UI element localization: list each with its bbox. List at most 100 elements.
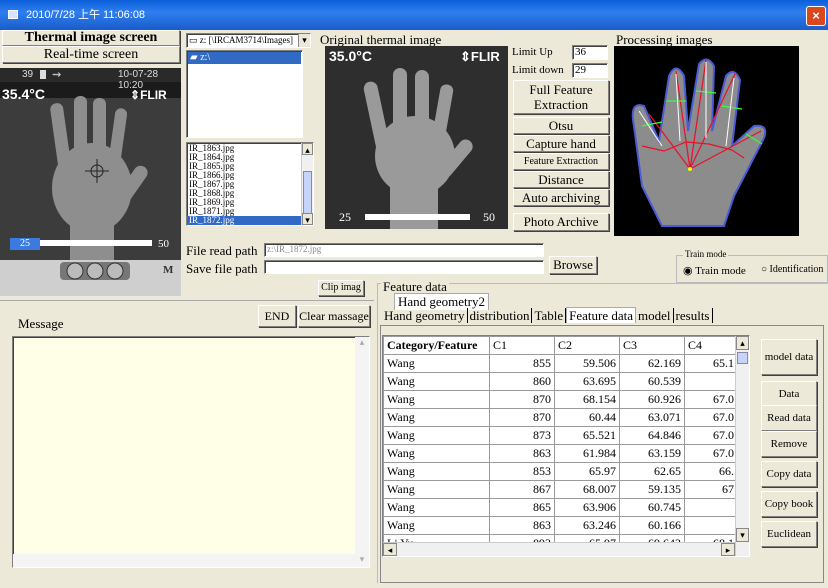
read-data-button[interactable]: Read data xyxy=(761,405,817,431)
table-cell: 65.97 xyxy=(554,462,620,481)
table-row[interactable]: Wang 855 59.506 62.169 65.1 xyxy=(383,354,738,373)
table-scrollbar[interactable]: ▴ ▾ xyxy=(735,336,749,556)
feature-table-container[interactable]: Category/Feature C1 C2 C3 C4 Wang 855 59.506 62… xyxy=(382,335,750,557)
column-header[interactable]: C2 xyxy=(554,336,620,355)
table-cell: 63.159 xyxy=(619,444,685,463)
clear-massage-button[interactable]: Clear massage xyxy=(298,305,370,327)
euclidean-button[interactable]: Euclidean xyxy=(761,521,817,547)
column-header[interactable]: C4 xyxy=(684,336,738,355)
table-hscrollbar[interactable]: ◂ ▸ xyxy=(383,542,735,556)
close-button[interactable]: × xyxy=(806,6,826,26)
tab-hand-geometry[interactable]: Hand geometry xyxy=(382,308,468,323)
table-row[interactable]: Wang 863 63.246 60.166 xyxy=(383,516,738,535)
table-cell: 60.44 xyxy=(554,408,620,427)
limit-up-input[interactable]: 36 xyxy=(572,45,608,60)
table-cell: 64.846 xyxy=(619,426,685,445)
file-list-scrollbar[interactable]: ▴ ▾ xyxy=(301,143,313,225)
table-row[interactable]: Wang 873 65.521 64.846 67.0 xyxy=(383,426,738,445)
folder-list[interactable]: ▰ z:\ xyxy=(186,50,303,138)
table-scroll-thumb[interactable] xyxy=(737,352,748,364)
identification-radio[interactable]: ○ Identification xyxy=(761,264,823,275)
tab-distribution[interactable]: distribution xyxy=(467,308,533,323)
file-read-path-input[interactable]: z:\IR_1872.jpg xyxy=(264,243,544,257)
scroll-up-icon[interactable]: ▴ xyxy=(736,336,749,350)
original-brand: FLIR xyxy=(470,49,500,64)
scroll-down-icon[interactable]: ▾ xyxy=(302,213,313,225)
message-scrollbar[interactable]: ▴ ▾ xyxy=(355,337,369,567)
data-storage-button[interactable]: Data storage xyxy=(761,381,817,424)
table-row[interactable]: Wang 860 63.695 60.539 xyxy=(383,372,738,391)
remove-button[interactable]: Remove xyxy=(761,431,817,457)
thermal-image-header[interactable]: Thermal image screen xyxy=(2,30,180,46)
auto-archiving-button[interactable]: Auto archiving xyxy=(513,189,609,206)
full-feature-extraction-button[interactable]: Full Feature Extraction xyxy=(513,80,609,114)
browse-button[interactable]: Browse xyxy=(549,256,597,274)
drive-select[interactable]: ▭ z: [\IRCAM3714\Images] ▾ xyxy=(186,33,311,48)
realtime-header[interactable]: Real-time screen xyxy=(2,46,180,63)
table-cell: Wang xyxy=(383,444,490,463)
file-list[interactable]: IR_1863.jpg IR_1864.jpg IR_1865.jpg IR_1866… xyxy=(186,142,314,226)
table-cell: 65.521 xyxy=(554,426,620,445)
clip-imag-button[interactable]: Clip imag xyxy=(318,280,364,296)
scroll-right-icon[interactable]: ▸ xyxy=(721,543,735,556)
distance-button[interactable]: Distance xyxy=(513,171,609,188)
table-row[interactable]: Wang 865 63.906 60.745 xyxy=(383,498,738,517)
tab-results[interactable]: results xyxy=(673,308,713,323)
feature-extraction-button[interactable]: Feature Extraction xyxy=(513,153,609,170)
table-cell: 873 xyxy=(489,426,555,445)
drive-value: z: [\IRCAM3714\Images] xyxy=(199,35,293,45)
table-cell: 67 xyxy=(684,480,738,499)
table-cell: 60.745 xyxy=(619,498,685,517)
capture-hand-button[interactable]: Capture hand xyxy=(513,135,609,152)
tab-model[interactable]: model xyxy=(636,308,674,323)
otsu-button[interactable]: Otsu xyxy=(513,117,609,134)
message-label: Message xyxy=(18,316,64,331)
train-mode-group: Train mode ◉ Train mode ○ Identification xyxy=(676,249,828,283)
copy-data-button[interactable]: Copy data xyxy=(761,461,817,487)
scroll-down-icon[interactable]: ▾ xyxy=(355,554,369,565)
scroll-left-icon[interactable]: ◂ xyxy=(383,543,397,556)
table-cell: Wang xyxy=(383,390,490,409)
message-box[interactable]: ▴ ▾ xyxy=(12,336,370,568)
column-header[interactable]: C1 xyxy=(489,336,555,355)
tab-feature-data[interactable]: Feature data xyxy=(566,307,637,323)
table-cell: 855 xyxy=(489,354,555,373)
limit-down-input[interactable]: 29 xyxy=(572,63,608,78)
scroll-down-icon[interactable]: ▾ xyxy=(736,528,749,542)
train-mode-radio[interactable]: ◉ Train mode xyxy=(683,264,746,277)
table-cell: 62.65 xyxy=(619,462,685,481)
column-header[interactable]: C3 xyxy=(619,336,685,355)
message-hscrollbar[interactable] xyxy=(13,554,355,567)
table-cell: 860 xyxy=(489,372,555,391)
radio-unchecked-icon: ○ xyxy=(761,264,768,275)
live-flir-logo: ⇕FLIR xyxy=(130,88,167,102)
divider xyxy=(0,300,374,302)
scroll-up-icon[interactable]: ▴ xyxy=(355,337,369,348)
photo-archive-button[interactable]: Photo Archive xyxy=(513,213,609,231)
train-mode-legend: Train mode xyxy=(683,249,729,259)
table-row[interactable]: Wang 853 65.97 62.65 66. xyxy=(383,462,738,481)
copy-book-button[interactable]: Copy book xyxy=(761,491,817,517)
table-row[interactable]: Wang 870 60.44 63.071 67.0 xyxy=(383,408,738,427)
train-mode-radio-label: Train mode xyxy=(695,265,746,277)
end-button[interactable]: END xyxy=(258,305,296,327)
folder-item[interactable]: ▰ z:\ xyxy=(188,52,301,64)
table-row[interactable]: Wang 867 68.007 59.135 67 xyxy=(383,480,738,499)
table-row[interactable]: Wang 863 61.984 63.159 67.0 xyxy=(383,444,738,463)
scroll-thumb[interactable] xyxy=(303,171,312,215)
file-list-item[interactable]: IR_1872.jpg xyxy=(187,216,313,225)
limit-down-label: Limit down xyxy=(512,64,564,76)
model-data-button[interactable]: model data xyxy=(761,339,817,375)
table-row[interactable]: Wang 870 68.154 60.926 67.0 xyxy=(383,390,738,409)
chevron-down-icon[interactable]: ▾ xyxy=(298,34,310,47)
column-header[interactable]: Category/Feature xyxy=(383,336,490,355)
processing-image xyxy=(614,46,799,236)
usb-icon: ⇝ xyxy=(52,69,62,81)
scroll-up-icon[interactable]: ▴ xyxy=(302,143,313,155)
table-cell: 59.506 xyxy=(554,354,620,373)
tab-table[interactable]: Table xyxy=(532,308,567,323)
table-cell: 65.1 xyxy=(684,354,738,373)
table-cell: Wang xyxy=(383,498,490,517)
save-file-path-input[interactable] xyxy=(264,260,544,274)
table-cell: 66. xyxy=(684,462,738,481)
